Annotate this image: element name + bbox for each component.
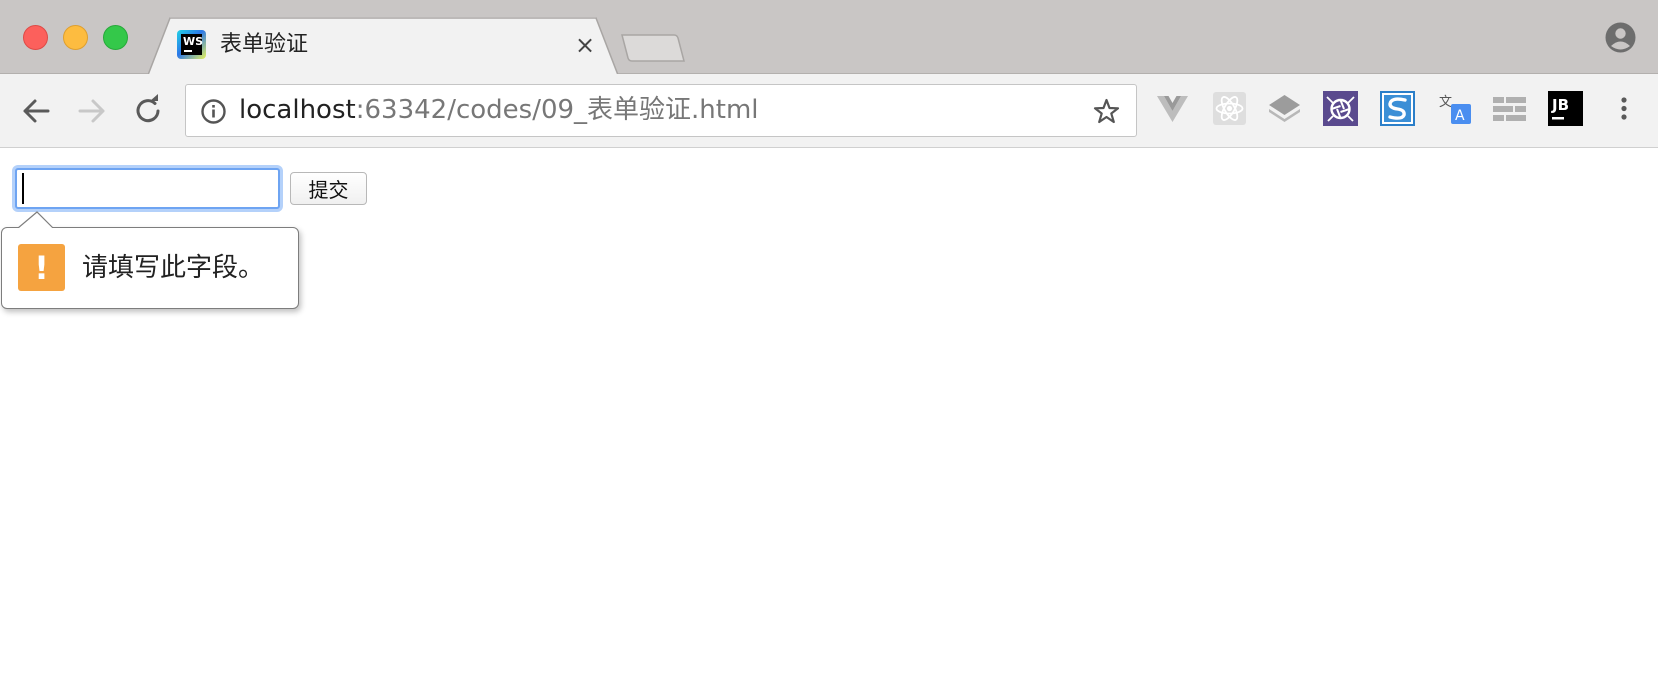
layers-icon[interactable] bbox=[1267, 91, 1302, 126]
reload-icon[interactable] bbox=[128, 91, 168, 131]
svg-text:A: A bbox=[1455, 108, 1465, 124]
s-extension-icon[interactable] bbox=[1380, 91, 1415, 126]
profile-icon[interactable] bbox=[1605, 22, 1636, 53]
react-devtools-icon[interactable] bbox=[1212, 91, 1247, 126]
new-tab-button[interactable] bbox=[620, 33, 686, 63]
more-menu-icon[interactable] bbox=[1612, 91, 1636, 126]
favicon-label: WS bbox=[181, 34, 203, 55]
tab-close-icon[interactable]: × bbox=[573, 33, 597, 57]
grid-extension-icon[interactable] bbox=[1492, 91, 1527, 126]
vue-devtools-icon[interactable] bbox=[1155, 91, 1190, 126]
validation-message: 请填写此字段。 bbox=[82, 253, 265, 283]
webstorm-favicon-icon: WS bbox=[177, 30, 206, 59]
window-minimize-button[interactable] bbox=[63, 25, 88, 50]
warning-icon: ! bbox=[18, 244, 65, 291]
submit-button[interactable]: 提交 bbox=[290, 172, 367, 205]
tab-active[interactable] bbox=[148, 17, 618, 75]
translate-icon[interactable]: 文 A bbox=[1437, 91, 1472, 126]
window-titlebar: WS 表单验证 × bbox=[0, 0, 1658, 75]
browser-toolbar: localhost:63342/codes/09_表单验证.html 文 A J… bbox=[0, 74, 1658, 148]
info-icon[interactable] bbox=[200, 98, 227, 125]
back-arrow-icon[interactable] bbox=[16, 91, 56, 131]
url-host: localhost bbox=[239, 95, 356, 125]
svg-text:文: 文 bbox=[1439, 95, 1452, 110]
validation-tooltip: ! 请填写此字段。 bbox=[1, 227, 299, 309]
text-caret bbox=[22, 173, 24, 204]
url-path: :63342/codes/09_表单验证.html bbox=[355, 95, 759, 125]
aperture-extension-icon[interactable] bbox=[1323, 91, 1358, 126]
bookmark-star-icon[interactable] bbox=[1092, 97, 1121, 126]
jetbrains-label: JB bbox=[1551, 96, 1569, 114]
required-text-input[interactable] bbox=[15, 168, 280, 209]
page-content: 提交 ! 请填写此字段。 bbox=[0, 149, 1658, 698]
forward-arrow-icon[interactable] bbox=[72, 91, 112, 131]
url-text[interactable]: localhost:63342/codes/09_表单验证.html bbox=[239, 85, 759, 136]
address-bar[interactable]: localhost:63342/codes/09_表单验证.html bbox=[185, 84, 1137, 137]
window-maximize-button[interactable] bbox=[103, 25, 128, 50]
jetbrains-icon[interactable]: JB bbox=[1548, 91, 1583, 126]
window-close-button[interactable] bbox=[23, 25, 48, 50]
tooltip-arrow bbox=[18, 211, 56, 231]
tab-title: 表单验证 bbox=[220, 32, 309, 57]
